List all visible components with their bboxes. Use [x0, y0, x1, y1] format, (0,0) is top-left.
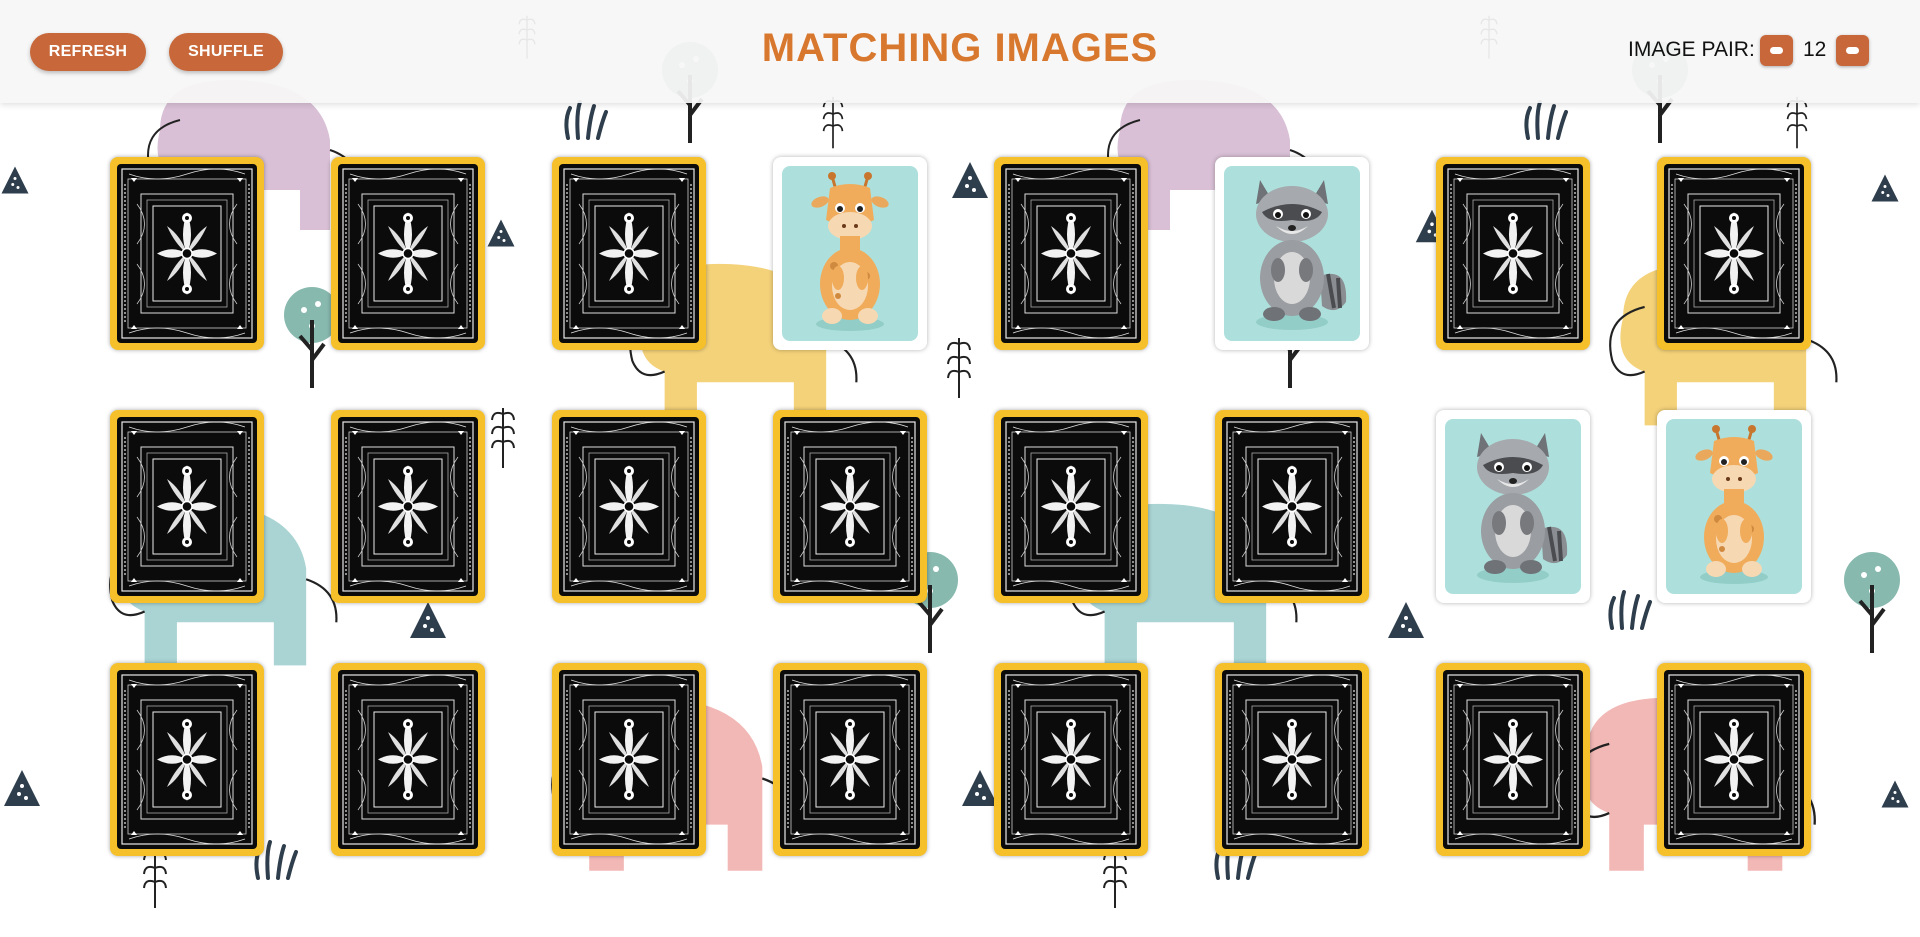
card-back-pattern-image: [338, 670, 478, 849]
card-back-pattern-image: [1222, 417, 1362, 596]
memory-card-face-down[interactable]: [1657, 157, 1811, 350]
decrease-pair-button[interactable]: [1760, 35, 1793, 66]
card-back-pattern-image: [780, 417, 920, 596]
memory-card-face-down[interactable]: [331, 410, 485, 603]
increase-pair-button[interactable]: [1836, 35, 1869, 66]
memory-card-face-down[interactable]: [552, 663, 706, 856]
giraffe-image: [782, 166, 918, 341]
memory-card-face-down[interactable]: [1215, 663, 1369, 856]
memory-card-face-down[interactable]: [110, 410, 264, 603]
memory-card-face-down[interactable]: [331, 157, 485, 350]
card-back-pattern-image: [1443, 670, 1583, 849]
memory-card-face-down[interactable]: [773, 410, 927, 603]
memory-card-face-down[interactable]: [110, 157, 264, 350]
header-bar: REFRESH SHUFFLE MATCHING IMAGES IMAGE PA…: [0, 0, 1920, 103]
card-back-pattern-image: [780, 670, 920, 849]
card-back-pattern-image: [117, 417, 257, 596]
memory-card-face-down[interactable]: [994, 410, 1148, 603]
memory-card-giraffe[interactable]: [1657, 410, 1811, 603]
memory-card-face-down[interactable]: [1657, 663, 1811, 856]
card-back-pattern-image: [1664, 670, 1804, 849]
memory-card-face-down[interactable]: [552, 410, 706, 603]
memory-card-face-down[interactable]: [552, 157, 706, 350]
card-back-pattern-image: [338, 417, 478, 596]
image-pair-label: IMAGE PAIR:: [1628, 38, 1755, 61]
memory-card-face-down[interactable]: [110, 663, 264, 856]
card-grid: [110, 157, 1811, 856]
card-back-pattern-image: [1001, 417, 1141, 596]
giraffe-image: [1666, 419, 1802, 594]
image-pair-value: 12: [1803, 38, 1827, 61]
raccoon-image: [1224, 166, 1360, 341]
card-back-pattern-image: [338, 164, 478, 343]
card-back-pattern-image: [117, 164, 257, 343]
memory-card-raccoon[interactable]: [1436, 410, 1590, 603]
memory-card-face-down[interactable]: [1436, 663, 1590, 856]
card-back-pattern-image: [559, 164, 699, 343]
card-back-pattern-image: [1001, 164, 1141, 343]
memory-card-face-down[interactable]: [331, 663, 485, 856]
card-back-pattern-image: [1222, 670, 1362, 849]
card-back-pattern-image: [117, 670, 257, 849]
memory-card-giraffe[interactable]: [773, 157, 927, 350]
card-back-pattern-image: [1001, 670, 1141, 849]
raccoon-image: [1445, 419, 1581, 594]
memory-card-raccoon[interactable]: [1215, 157, 1369, 350]
memory-card-face-down[interactable]: [773, 663, 927, 856]
memory-card-face-down[interactable]: [1436, 157, 1590, 350]
memory-card-face-down[interactable]: [994, 663, 1148, 856]
memory-card-face-down[interactable]: [1215, 410, 1369, 603]
memory-card-face-down[interactable]: [994, 157, 1148, 350]
card-back-pattern-image: [1664, 164, 1804, 343]
card-back-pattern-image: [559, 417, 699, 596]
card-back-pattern-image: [559, 670, 699, 849]
card-back-pattern-image: [1443, 164, 1583, 343]
